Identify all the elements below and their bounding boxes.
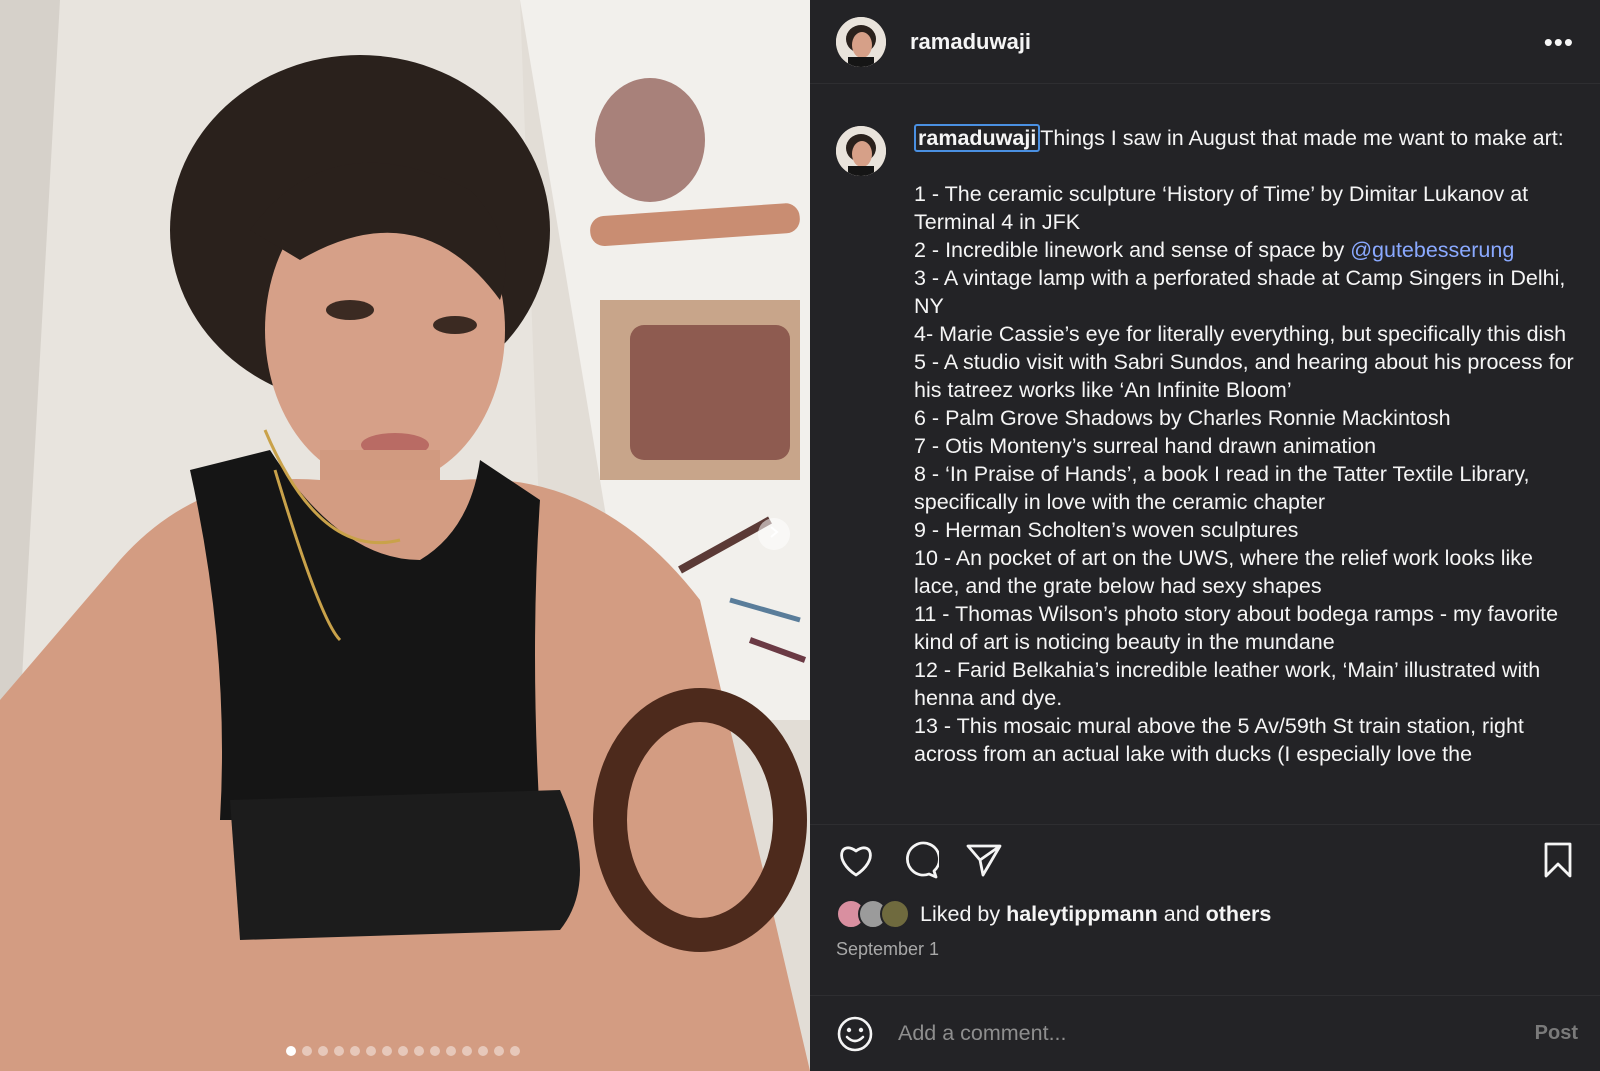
post-modal: ramaduwaji ••• ramaduwaji Things I saw in… [0, 0, 1600, 1071]
caption-line: 13 - This mosaic mural above the 5 Av/59… [914, 714, 1524, 766]
caption-line: 4- Marie Cassie’s eye for literally ever… [914, 322, 1567, 346]
post-comment-button[interactable]: Post [1535, 1022, 1578, 1045]
caption-line: 12 - Farid Belkahia’s incredible leather… [914, 658, 1541, 710]
caption-line: 6 - Palm Grove Shadows by Charles Ronnie… [914, 406, 1451, 430]
likes-row: Liked by haleytippmann and others [810, 894, 1600, 934]
liker-avatars[interactable] [836, 899, 910, 929]
pagination-dot [334, 1046, 344, 1056]
post-caption: ramaduwaji Things I saw in August that ma… [914, 124, 1582, 824]
post-date[interactable]: September 1 [810, 934, 1600, 966]
pagination-dot [462, 1046, 472, 1056]
pagination-dot [350, 1046, 360, 1056]
post-photo [0, 0, 810, 1071]
caption-line: 11 - Thomas Wilson’s photo story about b… [914, 602, 1559, 654]
caption-line: 3 - A vintage lamp with a perforated sha… [914, 266, 1566, 318]
comment-composer: Post [810, 995, 1600, 1071]
avatar [880, 899, 910, 929]
more-options-icon[interactable]: ••• [1544, 29, 1574, 55]
caption-mention-link[interactable]: @gutebesserung [1350, 238, 1514, 262]
comment-input[interactable] [898, 1021, 1535, 1046]
next-photo-button[interactable] [758, 518, 790, 550]
pagination-dot [366, 1046, 376, 1056]
chevron-right-icon [767, 525, 781, 544]
avatar[interactable] [836, 16, 886, 67]
send-icon[interactable] [964, 840, 1004, 880]
post-detail-panel: ramaduwaji ••• ramaduwaji Things I saw in… [810, 0, 1600, 1071]
caption-line: 9 - Herman Scholten’s woven sculptures [914, 518, 1299, 542]
liked-by-joiner: and [1163, 901, 1200, 926]
pagination-dot [494, 1046, 504, 1056]
post-author-username[interactable]: ramaduwaji [910, 29, 1031, 55]
pagination-dot [478, 1046, 488, 1056]
liked-by-text: Liked by haleytippmann and others [920, 902, 1271, 927]
liked-by-user-link[interactable]: haleytippmann [1006, 902, 1158, 926]
pagination-dot [286, 1046, 296, 1056]
emoji-icon[interactable] [836, 1015, 874, 1053]
post-actions-bar [810, 824, 1600, 894]
photo-pagination-dots [286, 1046, 520, 1056]
comment-icon[interactable] [900, 840, 940, 880]
caption-line: 1 - The ceramic sculpture ‘History of Ti… [914, 182, 1529, 234]
post-media[interactable] [0, 0, 810, 1071]
avatar[interactable] [836, 126, 886, 176]
pagination-dot [382, 1046, 392, 1056]
pagination-dot [510, 1046, 520, 1056]
pagination-dot [446, 1046, 456, 1056]
caption-line: 8 - ‘In Praise of Hands’, a book I read … [914, 462, 1530, 514]
pagination-dot [414, 1046, 424, 1056]
caption-line: 7 - Otis Monteny’s surreal hand drawn an… [914, 434, 1377, 458]
caption-username[interactable]: ramaduwaji [914, 124, 1041, 152]
pagination-dot [318, 1046, 328, 1056]
heart-icon[interactable] [836, 840, 876, 880]
caption-section: ramaduwaji Things I saw in August that ma… [810, 84, 1600, 824]
pagination-dot [398, 1046, 408, 1056]
post-header: ramaduwaji ••• [810, 0, 1600, 84]
caption-line: 2 - Incredible linework and sense of spa… [914, 238, 1351, 262]
caption-line: 10 - An pocket of art on the UWS, where … [914, 546, 1534, 598]
liked-by-label: Liked by [920, 901, 1001, 926]
pagination-dot [302, 1046, 312, 1056]
caption-line: 5 - A studio visit with Sabri Sundos, an… [914, 350, 1574, 402]
liked-by-others-link[interactable]: others [1206, 902, 1272, 926]
pagination-dot [430, 1046, 440, 1056]
bookmark-icon[interactable] [1538, 840, 1578, 880]
caption-intro: Things I saw in August that made me want… [1040, 126, 1564, 150]
